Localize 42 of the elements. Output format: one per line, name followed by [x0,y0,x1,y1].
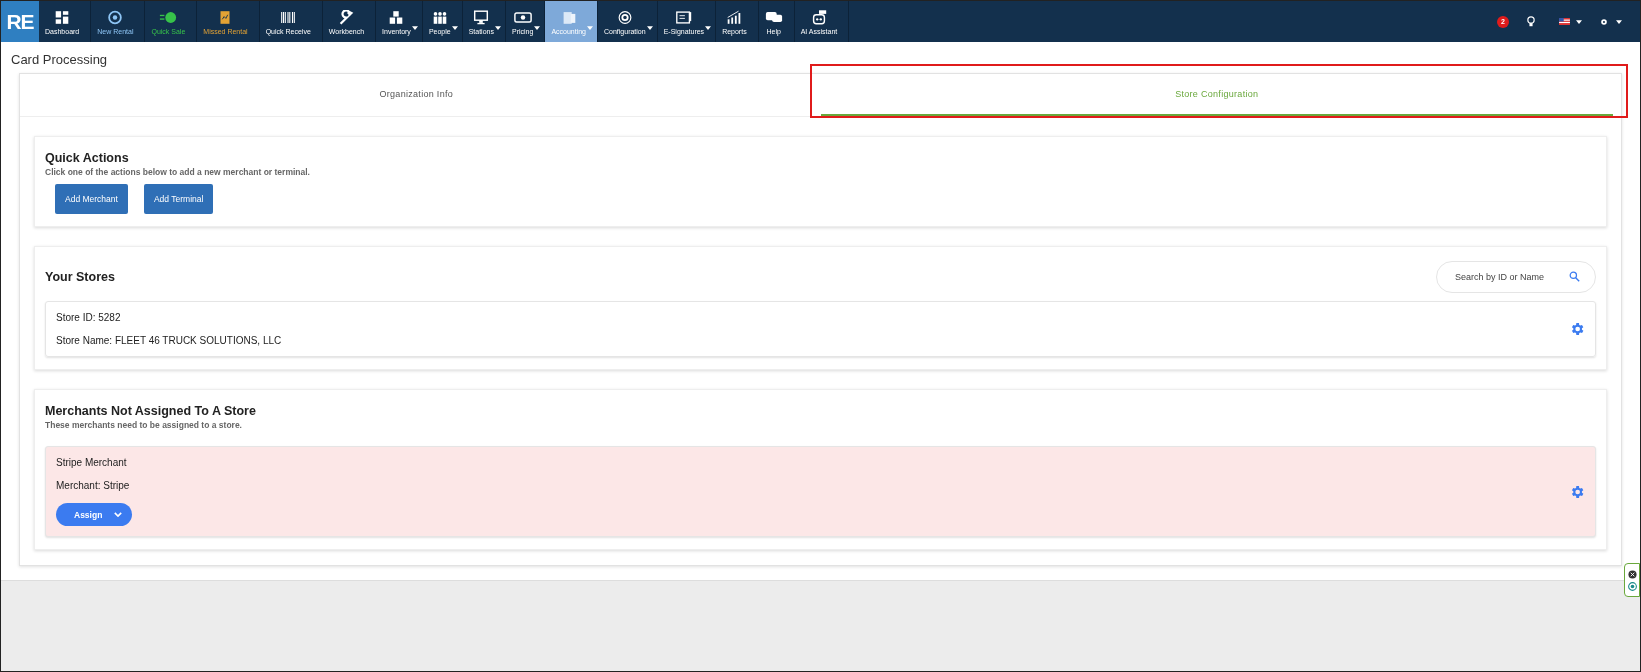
store-name: Store Name: FLEET 46 TRUCK SOLUTIONS, LLC [56,335,282,346]
caret-icon [494,26,501,30]
settings-icon[interactable] [1600,17,1608,26]
search-field[interactable]: Search by ID or Name [1436,261,1596,293]
nav-icon [279,10,298,25]
caret-icon[interactable] [1616,19,1622,24]
caret-icon [534,26,541,30]
caret-icon [451,26,458,30]
caret-icon [411,26,418,30]
page-title: Card Processing [11,52,109,67]
merchant-detail: Merchant: Stripe [56,480,130,491]
section-subtitle: Click one of the actions below to add a new merchant or terminal. [45,167,311,177]
section-title: Quick Actions [45,151,130,165]
nav-icon [615,10,634,25]
flag-icon[interactable] [1559,18,1570,25]
chevron-icon [114,512,123,517]
nav-icon [472,10,491,25]
section-subtitle: These merchants need to be assigned to a store. [45,420,243,430]
nav-icon [159,10,178,25]
caret-icon [646,26,653,30]
action-button[interactable]: Add Terminal [143,184,214,214]
search-icon[interactable] [1569,271,1580,282]
nav-icon [764,10,783,25]
merchant-name: Stripe Merchant [56,457,127,468]
assign-button[interactable]: Assign [56,503,133,526]
caret-icon [587,26,593,30]
logo[interactable]: RE [1,1,39,42]
nav-icon [674,10,693,25]
lightbulb-icon[interactable] [1527,16,1535,27]
store-id: Store ID: 5282 [56,312,121,323]
nav-icon [337,10,356,25]
tab[interactable]: Organization Info [20,74,813,116]
section-title: Merchants Not Assigned To A Store [45,404,257,418]
caret-icon[interactable] [1576,19,1582,24]
section-title: Your Stores [45,270,115,284]
nav-icon [106,10,125,25]
close-icon[interactable] [1627,569,1637,579]
caret-icon [705,26,712,30]
target-icon[interactable] [1627,581,1637,591]
nav-icon [513,10,532,25]
side-widget[interactable] [1624,563,1640,597]
action-button[interactable]: Add Merchant [55,184,128,214]
